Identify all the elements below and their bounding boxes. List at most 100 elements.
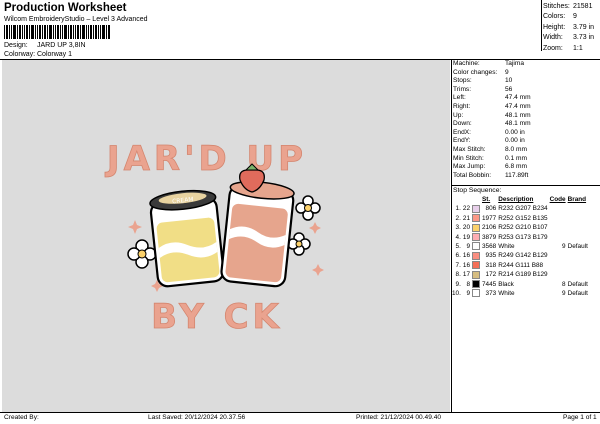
stitch-count: 2106 (482, 224, 497, 232)
peach-jar (220, 180, 295, 288)
color-code: 8 (562, 280, 566, 288)
col-st: St. (482, 196, 491, 203)
footer-last-saved: Last Saved: 20/12/2024 20.37.56 (148, 414, 246, 421)
machine-properties: Machine: Tajima Color changes: 9 Stops: 10 … (453, 60, 600, 180)
stop-sequence-title: Stop Sequence: (453, 187, 502, 194)
swatch (471, 232, 481, 242)
row-number: 4. (455, 233, 461, 241)
color-swatch-icon (472, 251, 480, 260)
color-code (549, 214, 567, 223)
left-flower-icon (127, 239, 157, 269)
footer-page: Page 1 of 1 (563, 414, 597, 421)
col-code: Code (549, 196, 566, 203)
stop-sequence-table: St. Description Code Brand 1. 22 806 R232 G… (451, 195, 589, 298)
design-value: JARD UP 3,8IN (37, 42, 86, 49)
software-name: Wilcom EmbroideryStudio – Level 3 Advanc… (4, 16, 148, 23)
swatch (471, 251, 481, 260)
color-description: R252 G152 B135 (498, 214, 548, 222)
color-number: 21 (462, 214, 470, 222)
stat-width: Width: 3.73 in (543, 34, 595, 42)
prop-row: Up: 48.1 mm (453, 111, 531, 119)
color-description: Black (498, 280, 514, 288)
color-code: 9 (562, 243, 566, 251)
color-swatch-icon (472, 214, 480, 223)
prop-row: Min Stitch: 0.1 mm (453, 154, 527, 162)
row-number: 9. (455, 280, 461, 288)
swatch (471, 223, 481, 232)
prop-row: Max Jump: 6.8 mm (453, 163, 527, 171)
color-swatch-icon (472, 223, 480, 232)
prop-row: Down: 48.1 mm (453, 120, 531, 128)
table-row: 8. 17 172 R214 G189 B129 (451, 270, 589, 279)
table-row: 2. 21 1977 R252 G152 B135 (451, 214, 589, 223)
color-swatch-icon (472, 279, 480, 288)
stitch-count: 172 (485, 271, 497, 279)
color-code (549, 251, 567, 260)
stitch-count: 3879 (482, 233, 497, 241)
table-header-row: St. Description Code Brand (451, 195, 589, 204)
footer-rule (0, 412, 600, 413)
color-brand (567, 233, 589, 242)
color-swatch-icon (472, 232, 480, 241)
stat-stitches: Stitches: 21581 (543, 3, 593, 10)
table-row: 6. 16 935 R249 G142 B129 (451, 251, 589, 260)
artwork-top-text: JAR'D UP (105, 139, 307, 179)
color-description: White (498, 243, 515, 251)
stop-sequence-rule (451, 185, 600, 186)
row-number: 8. (455, 271, 461, 279)
color-brand: Default (567, 280, 588, 288)
footer-printed: Printed: 21/12/2024 00.49.40 (356, 414, 442, 421)
barcode-icon (4, 25, 110, 39)
right-flower-icon (295, 195, 321, 221)
prop-row: Max Stitch: 8.0 mm (453, 145, 527, 153)
color-number: 9 (466, 290, 470, 298)
color-description: White (498, 290, 515, 298)
color-description: R253 G173 B179 (498, 233, 548, 241)
color-code (549, 270, 567, 279)
color-swatch-icon (472, 204, 480, 213)
color-description: R249 G142 B129 (498, 252, 548, 260)
table-row: 1. 22 806 R232 G207 B234 (451, 204, 589, 213)
stitch-count: 3568 (482, 243, 497, 251)
prop-row: EndX: 0.00 in (453, 128, 525, 136)
color-swatch-icon (472, 242, 480, 251)
stats-divider (541, 0, 542, 51)
yellow-jar: CREAM (149, 189, 225, 288)
color-code (549, 204, 567, 213)
color-number: 16 (462, 252, 470, 260)
prop-row: Machine: Tajima (453, 60, 525, 67)
row-number: 3. (455, 224, 461, 232)
swatch (471, 242, 481, 251)
row-number: 7. (455, 261, 461, 269)
design-row: Design: JARD UP 3,8IN (4, 42, 86, 49)
table-row: 4. 19 3879 R253 G173 B179 (451, 232, 589, 242)
row-number: 10. (452, 290, 461, 298)
color-brand (567, 270, 589, 279)
color-swatch-icon (472, 261, 480, 270)
design-preview: JAR'D UP BY CK CREAM (2, 60, 450, 412)
color-number: 20 (462, 224, 470, 232)
stitch-count: 373 (485, 290, 497, 298)
colorway-label: Colorway: (4, 51, 36, 58)
swatch (471, 279, 481, 289)
table-row: 9. 8 7445 Black 8 Default (451, 279, 589, 289)
color-brand: Default (567, 243, 588, 251)
swatch (471, 214, 481, 223)
row-number: 2. (455, 214, 461, 222)
swatch (471, 261, 481, 270)
color-code (549, 223, 567, 232)
artwork-bottom-text: BY CK (151, 297, 283, 337)
color-description: R232 G207 B234 (498, 205, 548, 213)
prop-row: Trims: 56 (453, 85, 513, 93)
color-description: R214 G189 B129 (498, 271, 548, 279)
stitch-count: 935 (485, 252, 497, 260)
right-flower-small-icon (287, 232, 311, 256)
swatch (471, 289, 481, 298)
prop-row: Color changes: 9 (453, 68, 509, 76)
color-brand (567, 214, 589, 223)
design-label: Design: (4, 42, 28, 49)
color-description: R244 G111 B88 (498, 261, 544, 269)
prop-row: Right: 47.4 mm (453, 102, 531, 110)
color-code: 9 (562, 290, 566, 298)
color-brand (567, 204, 589, 213)
